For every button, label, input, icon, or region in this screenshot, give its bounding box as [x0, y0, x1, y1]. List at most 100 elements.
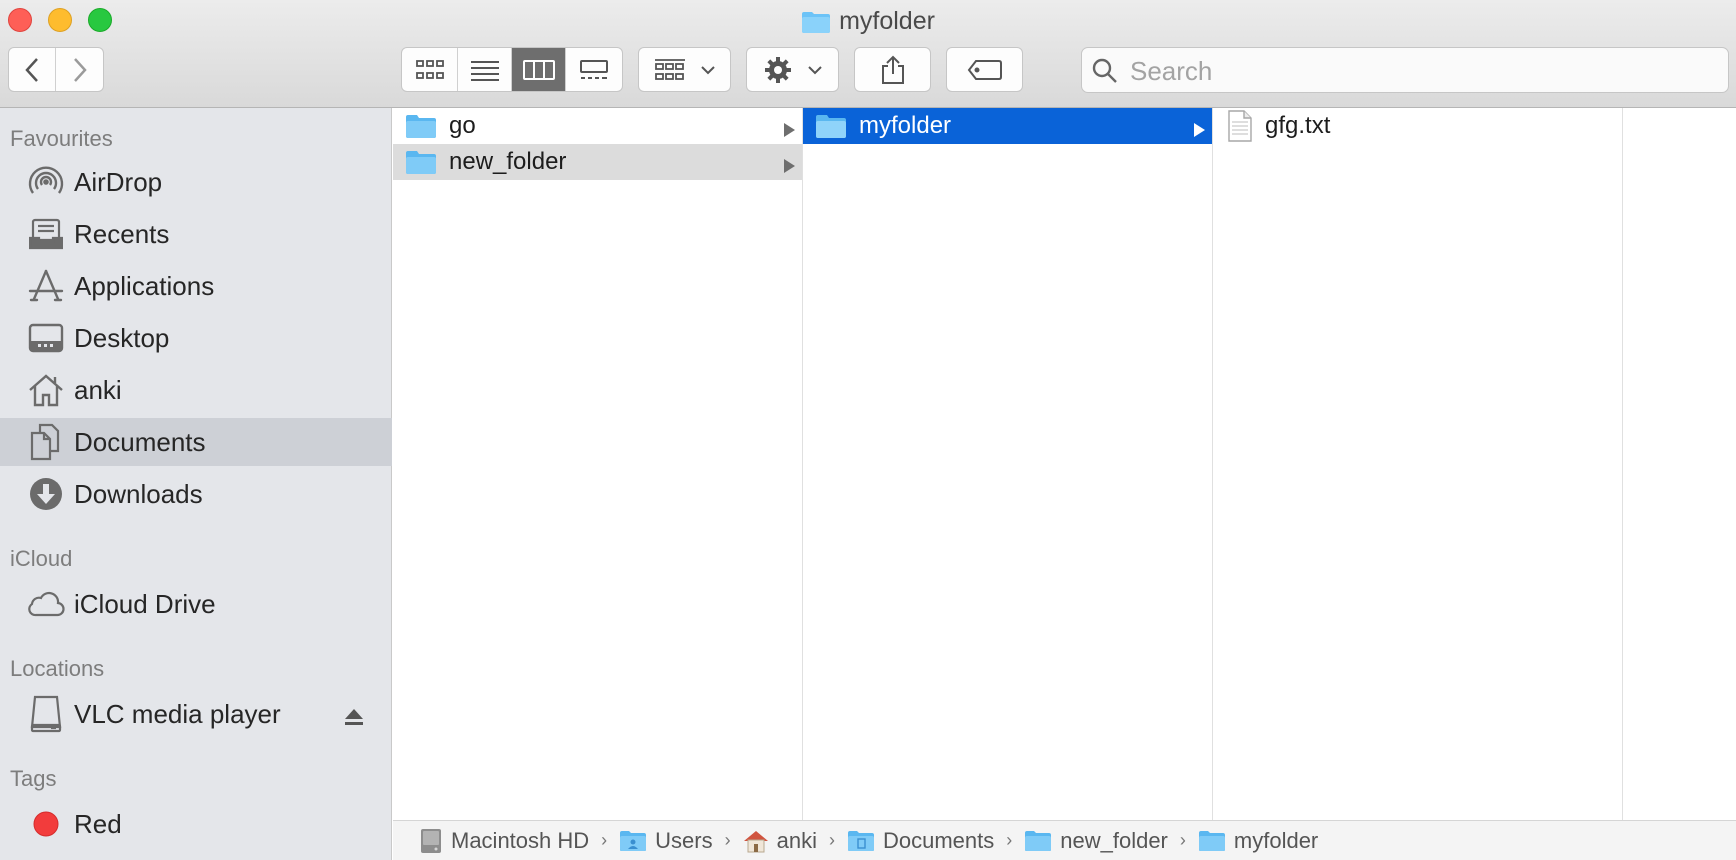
group-by-button[interactable]: [638, 47, 731, 92]
action-menu-button[interactable]: [746, 47, 839, 92]
hard-disk-icon: [419, 828, 443, 854]
chevron-right-icon: [73, 57, 87, 82]
edit-tags-button[interactable]: [946, 47, 1023, 92]
disclosure-arrow-icon: [782, 153, 796, 181]
path-item-label: myfolder: [1233, 827, 1319, 853]
sidebar-item-airdrop[interactable]: AirDrop: [0, 158, 392, 206]
path-item-macintosh-hd[interactable]: Macintosh HD: [419, 828, 589, 854]
users-folder-icon: [619, 830, 647, 852]
sidebar-item-vlc-media-player[interactable]: VLC media player: [0, 690, 392, 738]
search-input[interactable]: [1128, 48, 1712, 94]
path-item-label: new_folder: [1060, 827, 1168, 853]
gallery-view-button[interactable]: [566, 48, 622, 91]
folder-icon: [1024, 830, 1052, 852]
list-view-button[interactable]: [458, 48, 512, 91]
sidebar-item-label: Downloads: [74, 478, 203, 509]
window-title-text: myfolder: [839, 7, 935, 35]
sidebar-item-label: VLC media player: [74, 698, 281, 729]
icon-view-button[interactable]: [402, 48, 458, 91]
sidebar-item-downloads[interactable]: Downloads: [0, 470, 392, 518]
folder-icon: [815, 113, 847, 139]
browser-column-1: go new_folder: [393, 108, 803, 820]
path-item-documents[interactable]: Documents: [847, 828, 994, 854]
sidebar-item-label: anki: [74, 374, 122, 405]
cloud-icon: [26, 584, 66, 624]
list-view-icon: [470, 60, 499, 81]
browser-column-2: myfolder: [803, 108, 1213, 820]
column-browser: go new_folder myfolder gfg.txt: [393, 108, 1736, 820]
path-item-label: anki: [776, 827, 817, 853]
search-field[interactable]: [1081, 47, 1729, 94]
recents-icon: [26, 214, 66, 254]
sidebar-section-icloud: iCloud: [10, 546, 73, 571]
browser-column-3: gfg.txt: [1213, 108, 1623, 820]
eject-icon[interactable]: [344, 702, 364, 733]
share-button[interactable]: [854, 47, 931, 92]
item-name: myfolder: [859, 112, 952, 139]
sidebar-item-recents[interactable]: Recents: [0, 210, 392, 258]
path-separator-icon: ›: [1006, 830, 1013, 850]
path-bar: Macintosh HD › Users › anki › Documents …: [393, 820, 1736, 860]
disclosure-arrow-icon: [1192, 117, 1206, 145]
path-item-label: Users: [655, 827, 713, 853]
folder-icon: [1198, 830, 1226, 852]
sidebar-item-label: iCloud Drive: [74, 588, 216, 619]
text-file-icon: [1227, 110, 1253, 142]
item-name: new_folder: [449, 148, 567, 175]
red-tag-dot-icon: [26, 804, 66, 844]
group-by-icon: [654, 58, 685, 80]
navigation-buttons: [8, 47, 104, 92]
item-name: go: [449, 112, 476, 139]
path-separator-icon: ›: [724, 830, 731, 850]
column-view-icon: [522, 59, 555, 80]
path-separator-icon: ›: [828, 830, 835, 850]
sidebar-item-icloud-drive[interactable]: iCloud Drive: [0, 580, 392, 628]
path-item-label: Macintosh HD: [451, 827, 590, 853]
folder-icon: [405, 149, 437, 175]
sidebar-item-label: AirDrop: [74, 166, 163, 197]
item-name: gfg.txt: [1265, 112, 1331, 139]
forward-button[interactable]: [56, 48, 103, 91]
path-item-users[interactable]: Users: [619, 827, 713, 854]
applications-icon: [26, 266, 66, 306]
path-item-myfolder[interactable]: myfolder: [1198, 828, 1318, 854]
sidebar: Favourites AirDrop Recents Applications: [0, 108, 392, 860]
back-button[interactable]: [9, 48, 57, 91]
path-item-new-folder[interactable]: new_folder: [1024, 828, 1168, 854]
sidebar-item-desktop[interactable]: Desktop: [0, 314, 392, 362]
chevron-left-icon: [25, 57, 38, 82]
sidebar-item-documents[interactable]: Documents: [0, 418, 392, 466]
sidebar-item-label: Applications: [74, 270, 215, 301]
list-item-myfolder[interactable]: myfolder: [803, 108, 1212, 144]
browser-column-4: [1623, 108, 1736, 820]
list-item-new-folder[interactable]: new_folder: [393, 144, 802, 180]
tag-icon: [967, 59, 1002, 80]
sidebar-item-label: Documents: [74, 426, 206, 457]
home-icon: [26, 370, 66, 410]
sidebar-item-label: Recents: [74, 218, 170, 249]
sidebar-item-tag-red[interactable]: Red: [0, 800, 392, 848]
toolbar: myfolder: [0, 0, 1736, 108]
list-item-go[interactable]: go: [393, 108, 802, 144]
column-view-button[interactable]: [512, 48, 566, 91]
chevron-down-icon: [700, 65, 715, 74]
documents-icon: [26, 422, 66, 462]
sidebar-item-label: Desktop: [74, 322, 170, 353]
path-item-anki[interactable]: anki: [743, 828, 817, 854]
path-item-label: Documents: [882, 827, 995, 853]
path-separator-icon: ›: [1179, 830, 1186, 850]
gear-icon: [764, 56, 791, 83]
airdrop-icon: [26, 162, 66, 202]
sidebar-item-anki[interactable]: anki: [0, 366, 392, 414]
path-separator-icon: ›: [601, 830, 608, 850]
list-item-gfg-txt[interactable]: gfg.txt: [1213, 108, 1622, 144]
share-icon: [881, 55, 904, 84]
downloads-icon: [26, 474, 66, 514]
gallery-view-icon: [580, 59, 608, 79]
window-title: myfolder: [0, 6, 1736, 41]
search-icon: [1092, 58, 1117, 83]
drive-icon: [26, 694, 66, 734]
home-icon: [743, 829, 769, 853]
view-mode-selector: [401, 47, 623, 92]
sidebar-item-applications[interactable]: Applications: [0, 262, 392, 310]
